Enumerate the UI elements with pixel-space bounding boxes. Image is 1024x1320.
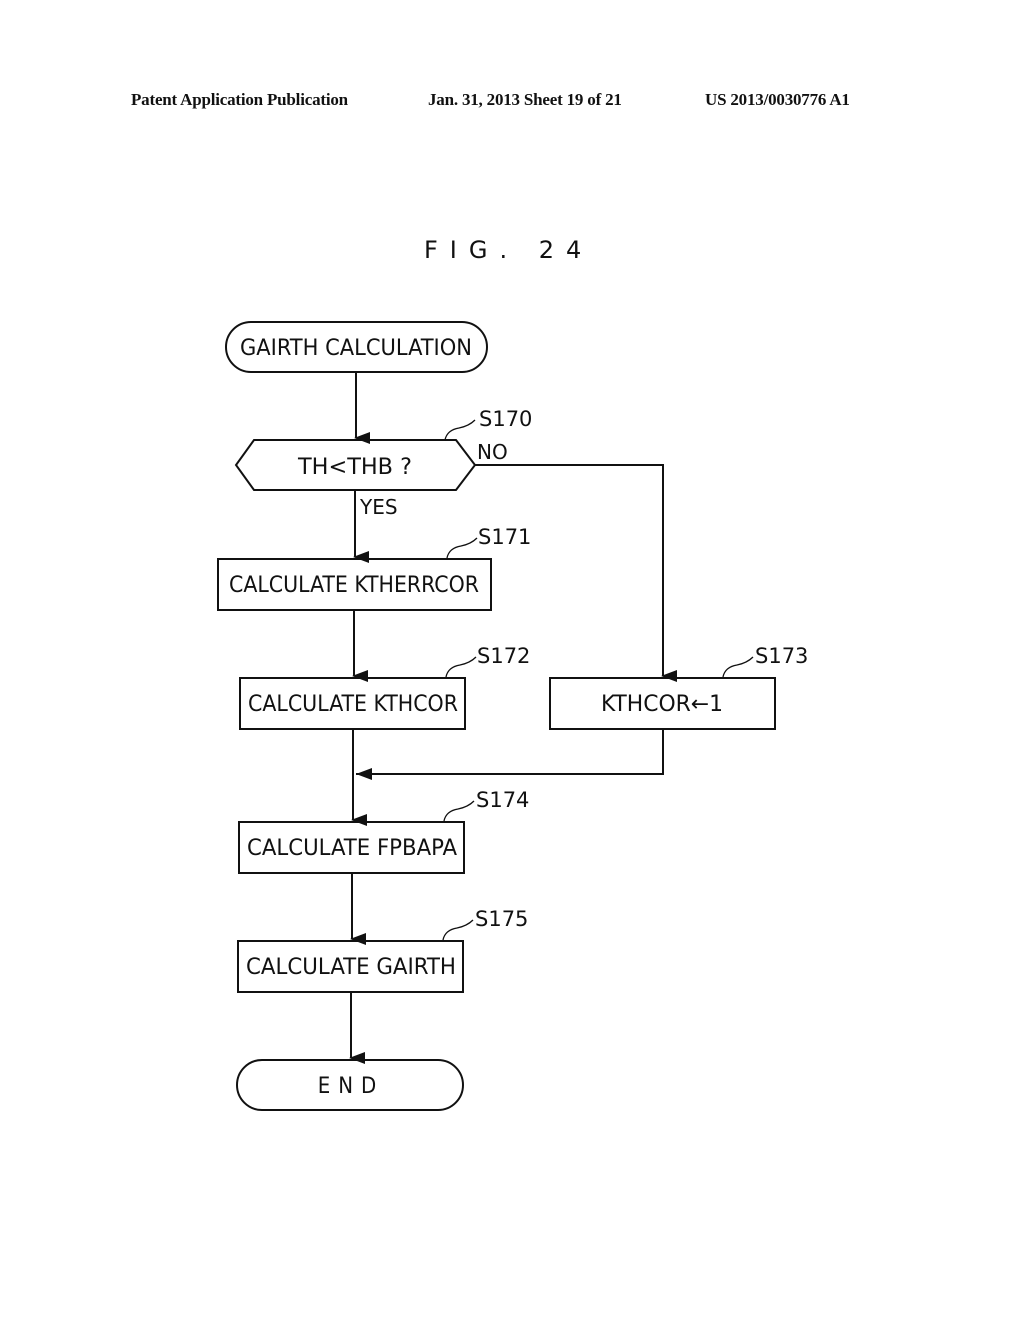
leader-s175 (442, 919, 474, 941)
leader-s173 (722, 656, 754, 678)
step-id-s172: S172 (477, 644, 530, 668)
step-id-s171: S171 (478, 525, 531, 549)
step-id-s170: S170 (479, 407, 532, 431)
yes-label: YES (359, 495, 398, 519)
end-text: END (318, 1074, 385, 1099)
decision-text: TH<THB ? (297, 455, 412, 480)
flowchart: GAIRTH CALCULATION TH<THB ? CALCULATE KT… (217, 321, 808, 1111)
step-id-s174: S174 (476, 788, 529, 812)
start-text: GAIRTH CALCULATION (240, 336, 472, 361)
leader-s174 (443, 800, 475, 822)
step-s173-text: KTHCOR←1 (601, 692, 723, 717)
connector-s173-merge (356, 729, 664, 775)
leader-s172 (445, 656, 477, 678)
step-s171-text: CALCULATE KTHERRCOR (229, 573, 479, 598)
no-label: NO (477, 440, 508, 464)
step-id-s175: S175 (475, 907, 528, 931)
leader-s171 (446, 537, 478, 559)
merge-arrowhead (356, 768, 372, 780)
step-s175-text: CALCULATE GAIRTH (246, 955, 456, 980)
step-id-s173: S173 (755, 644, 808, 668)
leader-s170 (444, 419, 476, 441)
step-s174-text: CALCULATE FPBAPA (247, 836, 457, 861)
step-s172-text: CALCULATE KTHCOR (248, 692, 458, 717)
